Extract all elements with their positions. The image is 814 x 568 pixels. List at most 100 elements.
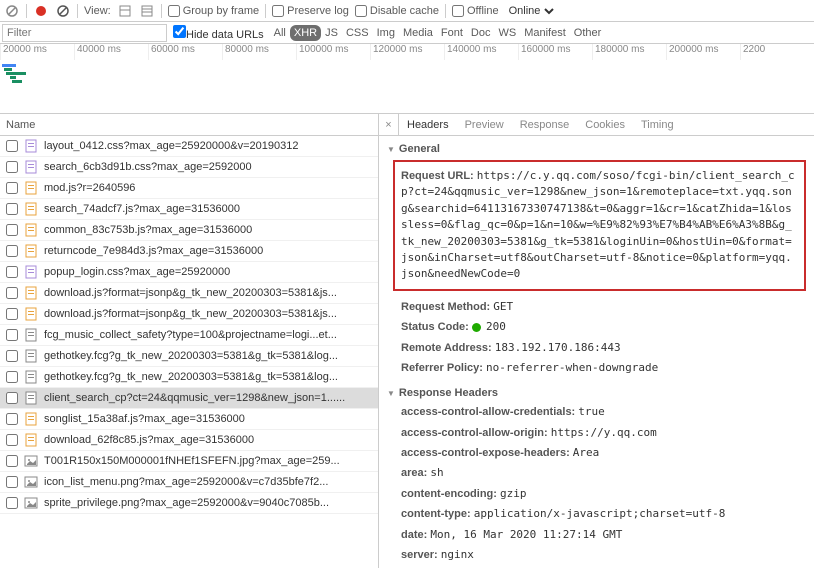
request-row[interactable]: common_83c753b.js?max_age=31536000 xyxy=(0,220,378,241)
request-row[interactable]: gethotkey.fcg?g_tk_new_20200303=5381&g_t… xyxy=(0,367,378,388)
row-checkbox[interactable] xyxy=(6,245,18,257)
status-code-label: Status Code: xyxy=(401,321,469,333)
type-filter-all[interactable]: All xyxy=(270,25,290,41)
close-detail-icon[interactable]: × xyxy=(379,114,399,135)
request-row[interactable]: T001R150x150M000001fNHEf1SFEFN.jpg?max_a… xyxy=(0,451,378,472)
row-checkbox[interactable] xyxy=(6,287,18,299)
request-row[interactable]: download_62f8c85.js?max_age=31536000 xyxy=(0,430,378,451)
request-row[interactable]: gethotkey.fcg?g_tk_new_20200303=5381&g_t… xyxy=(0,346,378,367)
row-checkbox[interactable] xyxy=(6,392,18,404)
type-filter-img[interactable]: Img xyxy=(373,25,399,41)
file-type-icon xyxy=(24,265,38,279)
request-row[interactable]: popup_login.css?max_age=25920000 xyxy=(0,262,378,283)
view-small-icon[interactable] xyxy=(139,3,155,19)
request-row[interactable]: icon_list_menu.png?max_age=2592000&v=c7d… xyxy=(0,472,378,493)
type-filter-font[interactable]: Font xyxy=(437,25,467,41)
request-name: common_83c753b.js?max_age=31536000 xyxy=(44,224,252,236)
stop-record-icon[interactable] xyxy=(4,3,20,19)
file-type-icon xyxy=(24,454,38,468)
remote-address-label: Remote Address: xyxy=(401,342,492,354)
request-row[interactable]: client_search_cp?ct=24&qqmusic_ver=1298&… xyxy=(0,388,378,409)
row-checkbox[interactable] xyxy=(6,329,18,341)
request-row[interactable]: fcg_music_collect_safety?type=100&projec… xyxy=(0,325,378,346)
row-checkbox[interactable] xyxy=(6,182,18,194)
timeline-tick: 160000 ms xyxy=(518,44,592,60)
tab-response[interactable]: Response xyxy=(512,114,578,135)
request-name: popup_login.css?max_age=25920000 xyxy=(44,266,230,278)
row-checkbox[interactable] xyxy=(6,350,18,362)
row-checkbox[interactable] xyxy=(6,476,18,488)
type-filter-xhr[interactable]: XHR xyxy=(290,25,321,41)
row-checkbox[interactable] xyxy=(6,434,18,446)
hide-data-urls-checkbox[interactable]: Hide data URLs xyxy=(173,25,264,41)
tab-cookies[interactable]: Cookies xyxy=(577,114,633,135)
request-method-label: Request Method: xyxy=(401,301,490,313)
file-type-icon xyxy=(24,391,38,405)
network-toolbar: View: Group by frame Preserve log Disabl… xyxy=(0,0,814,22)
row-checkbox[interactable] xyxy=(6,161,18,173)
file-type-icon xyxy=(24,307,38,321)
group-by-frame-checkbox[interactable]: Group by frame xyxy=(168,5,259,17)
file-type-icon xyxy=(24,202,38,216)
tab-headers[interactable]: Headers xyxy=(399,114,457,135)
row-checkbox[interactable] xyxy=(6,413,18,425)
timeline-tick: 200000 ms xyxy=(666,44,740,60)
preserve-log-checkbox[interactable]: Preserve log xyxy=(272,5,349,17)
timeline-tick: 140000 ms xyxy=(444,44,518,60)
request-row[interactable]: songlist_15a38af.js?max_age=31536000 xyxy=(0,409,378,430)
request-row[interactable]: sprite_privilege.png?max_age=2592000&v=9… xyxy=(0,493,378,514)
request-row[interactable]: download.js?format=jsonp&g_tk_new_202003… xyxy=(0,304,378,325)
type-filter-other[interactable]: Other xyxy=(570,25,606,41)
throttling-select[interactable]: Online xyxy=(505,4,557,18)
filter-bar: Hide data URLs AllXHRJSCSSImgMediaFontDo… xyxy=(0,22,814,44)
type-filter-css[interactable]: CSS xyxy=(342,25,373,41)
request-row[interactable]: layout_0412.css?max_age=25920000&v=20190… xyxy=(0,136,378,157)
response-headers-section[interactable]: Response Headers xyxy=(387,384,806,402)
view-large-icon[interactable] xyxy=(117,3,133,19)
row-checkbox[interactable] xyxy=(6,140,18,152)
request-row[interactable]: download.js?format=jsonp&g_tk_new_202003… xyxy=(0,283,378,304)
request-row[interactable]: search_6cb3d91b.css?max_age=2592000 xyxy=(0,157,378,178)
row-checkbox[interactable] xyxy=(6,203,18,215)
tab-timing[interactable]: Timing xyxy=(633,114,682,135)
response-header-row: access-control-allow-origin: https://y.q… xyxy=(387,423,806,443)
row-checkbox[interactable] xyxy=(6,266,18,278)
type-filter-ws[interactable]: WS xyxy=(494,25,520,41)
general-section[interactable]: General xyxy=(387,140,806,158)
request-name: mod.js?r=2640596 xyxy=(44,182,135,194)
request-name: download.js?format=jsonp&g_tk_new_202003… xyxy=(44,287,337,299)
disable-cache-checkbox[interactable]: Disable cache xyxy=(355,5,439,17)
request-name: download_62f8c85.js?max_age=31536000 xyxy=(44,434,254,446)
response-header-row: access-control-allow-credentials: true xyxy=(387,402,806,422)
row-checkbox[interactable] xyxy=(6,224,18,236)
request-name: gethotkey.fcg?g_tk_new_20200303=5381&g_t… xyxy=(44,350,338,362)
record-icon[interactable] xyxy=(33,3,49,19)
type-filter-manifest[interactable]: Manifest xyxy=(520,25,570,41)
request-row[interactable]: search_74adcf7.js?max_age=31536000 xyxy=(0,199,378,220)
request-url-highlight: Request URL: https://c.y.qq.com/soso/fcg… xyxy=(393,160,806,291)
type-filter-media[interactable]: Media xyxy=(399,25,437,41)
filter-input[interactable] xyxy=(2,24,167,42)
type-filter-js[interactable]: JS xyxy=(321,25,342,41)
row-checkbox[interactable] xyxy=(6,308,18,320)
type-filter-doc[interactable]: Doc xyxy=(467,25,495,41)
type-filter: AllXHRJSCSSImgMediaFontDocWSManifestOthe… xyxy=(270,27,606,39)
request-row[interactable]: returncode_7e984d3.js?max_age=31536000 xyxy=(0,241,378,262)
request-url-label: Request URL: xyxy=(401,170,474,182)
clear-icon[interactable] xyxy=(55,3,71,19)
tab-preview[interactable]: Preview xyxy=(457,114,512,135)
file-type-icon xyxy=(24,370,38,384)
timeline-overview[interactable]: 20000 ms40000 ms60000 ms80000 ms100000 m… xyxy=(0,44,814,114)
offline-checkbox[interactable]: Offline xyxy=(452,5,499,17)
row-checkbox[interactable] xyxy=(6,497,18,509)
timeline-tick: 60000 ms xyxy=(148,44,222,60)
request-row[interactable]: mod.js?r=2640596 xyxy=(0,178,378,199)
row-checkbox[interactable] xyxy=(6,371,18,383)
request-list-header[interactable]: Name xyxy=(0,114,378,136)
file-type-icon xyxy=(24,496,38,510)
timeline-tick: 120000 ms xyxy=(370,44,444,60)
file-type-icon xyxy=(24,475,38,489)
timeline-tick: 2200 xyxy=(740,44,814,60)
request-name: sprite_privilege.png?max_age=2592000&v=9… xyxy=(44,497,329,509)
row-checkbox[interactable] xyxy=(6,455,18,467)
